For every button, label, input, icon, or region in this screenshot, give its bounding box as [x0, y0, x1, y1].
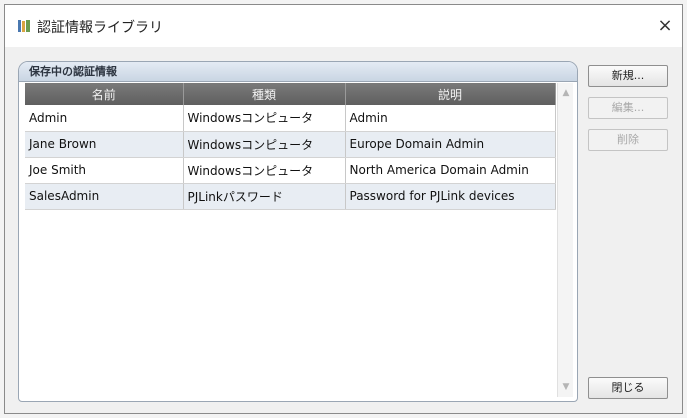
library-icon	[18, 20, 30, 32]
window-title: 認証情報ライブラリ	[37, 20, 163, 36]
dialog-body: 保存中の認証情報 名前 種類 説明 Admin Windowsコンピュータ Ad…	[5, 47, 682, 413]
cell-name: Joe Smith	[25, 157, 184, 184]
cell-description: Admin	[345, 105, 556, 132]
table-row[interactable]: Admin Windowsコンピュータ Admin	[25, 105, 556, 132]
column-header-description[interactable]: 説明	[345, 83, 556, 105]
table-row[interactable]: Jane Brown Windowsコンピュータ Europe Domain A…	[25, 131, 556, 158]
close-button[interactable]: 閉じる	[588, 377, 668, 399]
cell-description: North America Domain Admin	[345, 157, 556, 184]
table-header-row: 名前 種類 説明	[25, 83, 556, 105]
cell-description: Password for PJLink devices	[345, 183, 556, 210]
close-window-button[interactable]: ×	[654, 15, 676, 37]
cell-type: Windowsコンピュータ	[183, 105, 346, 132]
new-button[interactable]: 新規...	[588, 65, 668, 87]
edit-button[interactable]: 編集...	[588, 97, 668, 119]
cell-description: Europe Domain Admin	[345, 131, 556, 158]
cell-name: Jane Brown	[25, 131, 184, 158]
group-title: 保存中の認証情報	[19, 62, 577, 82]
credential-library-dialog: 認証情報ライブラリ × 保存中の認証情報 名前 種類 説明 Admin Wind…	[4, 4, 683, 414]
credentials-table-area: 名前 種類 説明 Admin Windowsコンピュータ Admin Jane …	[25, 83, 573, 397]
scroll-down-arrow-icon[interactable]: ▼	[558, 379, 574, 395]
cell-name: SalesAdmin	[25, 183, 184, 210]
delete-button[interactable]: 削除	[588, 129, 668, 151]
column-header-name[interactable]: 名前	[25, 83, 184, 105]
cell-type: PJLinkパスワード	[183, 183, 346, 210]
title-bar: 認証情報ライブラリ ×	[5, 5, 682, 47]
table-row[interactable]: Joe Smith Windowsコンピュータ North America Do…	[25, 157, 556, 184]
vertical-scrollbar[interactable]: ▲ ▼	[557, 83, 573, 397]
credentials-table: 名前 種類 説明 Admin Windowsコンピュータ Admin Jane …	[25, 83, 556, 210]
saved-credentials-group: 保存中の認証情報 名前 種類 説明 Admin Windowsコンピュータ Ad…	[18, 61, 578, 402]
cell-type: Windowsコンピュータ	[183, 131, 346, 158]
table-row[interactable]: SalesAdmin PJLinkパスワード Password for PJLi…	[25, 183, 556, 210]
cell-type: Windowsコンピュータ	[183, 157, 346, 184]
cell-name: Admin	[25, 105, 184, 132]
column-header-type[interactable]: 種類	[183, 83, 346, 105]
scroll-up-arrow-icon[interactable]: ▲	[558, 85, 574, 101]
